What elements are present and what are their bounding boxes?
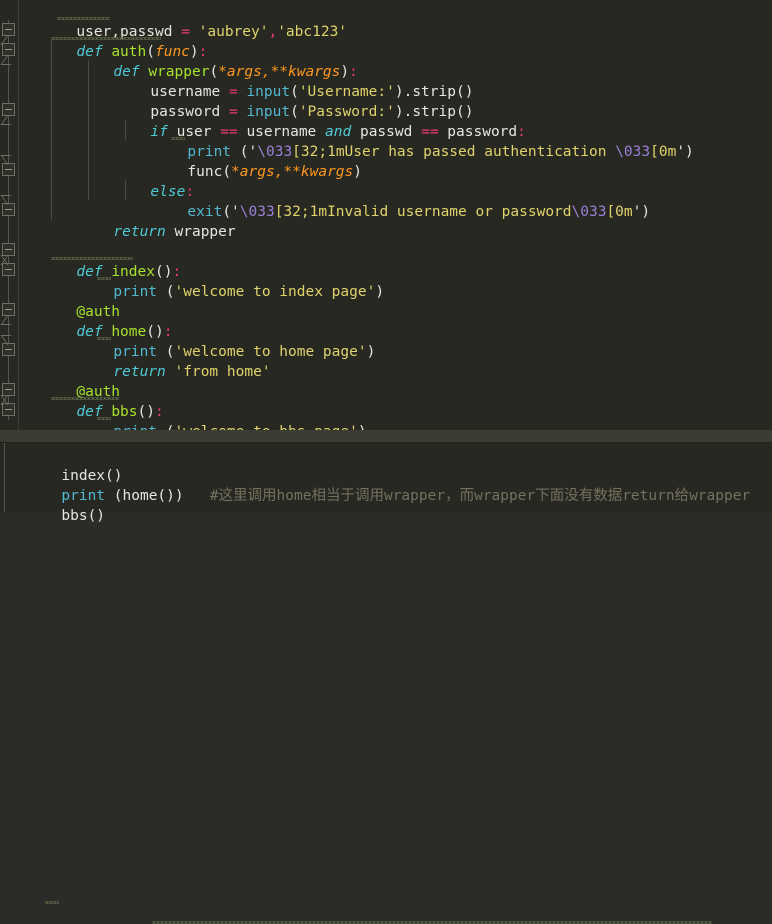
spell-squiggle-print-1	[171, 137, 185, 140]
token-comma: ,	[268, 24, 278, 40]
code-line-7: print ('\033[32;1mUser has passed authen…	[135, 122, 693, 160]
code-line-5: password = input('Password:').strip()	[98, 82, 473, 120]
spell-squiggle-print-4	[97, 417, 111, 420]
fold-marker-home-body[interactable]	[2, 343, 15, 356]
token-quote-paren-close-2: ')	[632, 204, 651, 220]
token-call-bbs: bbs()	[61, 508, 106, 524]
code-line-11: return wrapper	[61, 202, 235, 240]
code-line-6: if user == username and passwd == passwo…	[98, 102, 525, 140]
spell-squiggle-auth	[51, 37, 161, 40]
token-string-body-4: [0m	[606, 204, 633, 220]
token-paren-close-5: )	[353, 164, 362, 180]
token-comment-chinese: #这里调用home相当于调用wrapper，而wrapper下面没有数据retu…	[209, 488, 751, 504]
code-line-8: func(*args,**kwargs)	[135, 142, 362, 180]
bottom-code-pane[interactable]: index() print (home()) #这里调用home相当于调用wra…	[0, 443, 772, 924]
spell-squiggle-print-console	[45, 901, 59, 904]
token-paren-close-6: )	[375, 284, 385, 300]
spell-squiggle-index	[51, 257, 133, 260]
code-line-16: def home():	[24, 302, 172, 340]
token-paren-open-6: (	[165, 284, 175, 300]
console-line-1: index()	[9, 446, 122, 484]
fold-marker-else-block[interactable]	[2, 163, 15, 176]
token-string-pass: 'abc123'	[277, 24, 348, 40]
code-line-18: return 'from home'	[61, 342, 270, 380]
code-editor-window: user,passwd = 'aubrey','abc123' def auth…	[0, 0, 772, 924]
token-call-home: (home())	[105, 488, 184, 504]
code-line-10: exit('\033[32;1mInvalid username or pass…	[135, 182, 650, 220]
fold-marker-bbs-body[interactable]	[2, 403, 15, 416]
token-string-body-2: [0m	[650, 144, 677, 160]
fold-marker-index-body[interactable]	[2, 263, 15, 276]
spell-squiggle-print-3	[97, 337, 111, 340]
console-line-2: print (home()) #这里调用home相当于调用wrapper，而wr…	[9, 466, 750, 504]
code-line-4: username = input('Username:').strip()	[98, 62, 473, 100]
code-line-19: @auth	[24, 362, 120, 400]
pane-splitter-shadow	[0, 442, 772, 443]
spell-squiggle-print-2	[97, 277, 111, 280]
fold-marker-def-auth[interactable]	[2, 23, 15, 36]
code-line-9: else:	[98, 162, 194, 200]
token-escape-3: \033	[239, 204, 275, 220]
spell-squiggle-passwd	[57, 17, 110, 20]
code-line-3: def wrapper(*args,**kwargs):	[61, 42, 357, 80]
token-ref-wrapper: wrapper	[174, 224, 236, 240]
fold-marker-if-block[interactable]	[2, 103, 15, 116]
fold-gutter[interactable]	[0, 0, 18, 430]
spell-squiggle-bbs	[51, 397, 119, 400]
code-text-area[interactable]: user,passwd = 'aubrey','abc123' def auth…	[19, 0, 772, 430]
console-line-3: bbs()	[9, 486, 105, 524]
code-line-15: @auth	[24, 282, 120, 320]
token-string-welcome-index: 'welcome to index page'	[174, 284, 376, 300]
token-kw-return-2: return	[113, 364, 166, 380]
token-escape-2: \033	[615, 144, 651, 160]
token-kw-return: return	[113, 224, 166, 240]
fold-marker-return-wrapper[interactable]	[2, 203, 15, 216]
fold-marker-def-home[interactable]	[2, 303, 15, 316]
token-quote-paren-close: ')	[676, 144, 694, 160]
token-params-args-kwargs-2: *args,**kwargs	[231, 164, 354, 180]
token-paren-close-7: )	[366, 344, 376, 360]
token-paren-open-5: (	[222, 164, 232, 180]
gutter-rail	[8, 20, 9, 420]
token-string-body-3: [32;1mInvalid username or password	[274, 204, 572, 220]
fold-marker-def-wrapper[interactable]	[2, 43, 15, 56]
pane-splitter[interactable]	[0, 430, 772, 442]
token-string-user: 'aubrey'	[198, 24, 269, 40]
console-left-border	[4, 443, 5, 512]
token-string-from-home: 'from home'	[174, 364, 271, 380]
token-escape-4: \033	[571, 204, 607, 220]
editor-left-border	[18, 0, 19, 430]
